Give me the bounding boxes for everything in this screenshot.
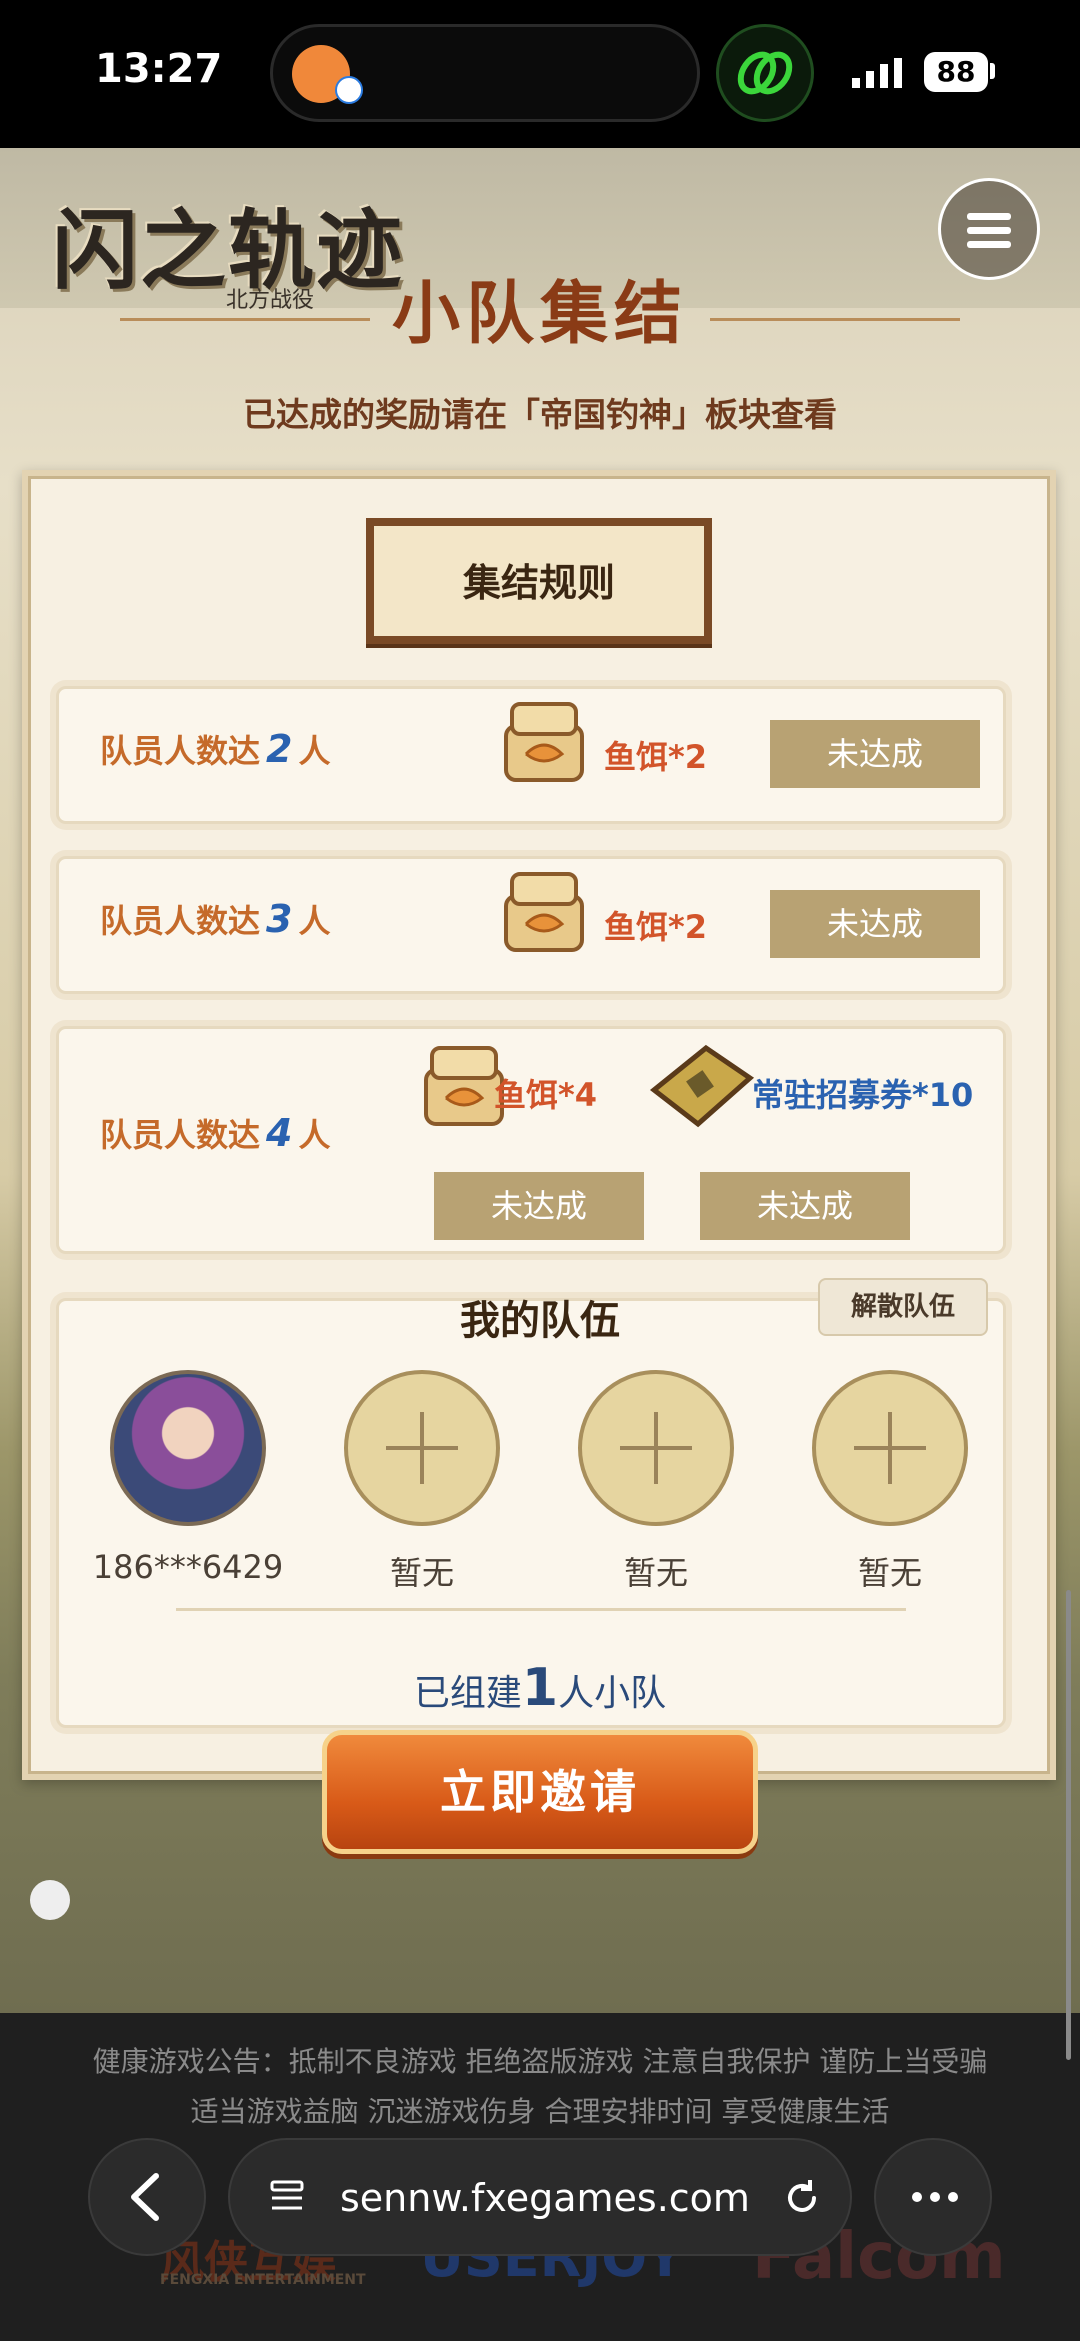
brand-fengxia-text: FENGXIA ENTERTAINMENT [160,2272,366,2288]
health-notice-line2: 适当游戏益脑 沉迷游戏伤身 合理安排时间 享受健康生活 [190,2095,890,2128]
event-page: 闪之轨迹 北方战役 小队集结 已达成的奖励请在「帝国钓神」板块查看 集结规则 队… [0,148,1080,2013]
reward-notice: 已达成的奖励请在「帝国钓神」板块查看 [243,395,837,434]
tier-label: 队员人数达 2 人 [100,727,331,771]
signal-icon [852,58,902,88]
empty-slot-button[interactable] [344,1370,500,1526]
member-avatar [110,1370,266,1526]
member-name: 暂无 [623,1554,688,1592]
status-button[interactable]: 未达成 [770,720,980,788]
member-name: 暂无 [389,1554,454,1592]
status-time: 13:27 [95,46,223,92]
link-icon [716,24,814,122]
team-divider [176,1608,906,1611]
invite-button[interactable]: 立即邀请 [322,1730,758,1854]
more-button[interactable] [874,2138,992,2256]
reward-name: 常驻招募券*10 [752,1076,974,1114]
team-size-text: 已组建1人小队 [413,1658,667,1718]
reward-name: 鱼饵*2 [604,738,708,776]
disband-team-button[interactable]: 解散队伍 [818,1278,988,1336]
badge-icon [335,76,363,104]
health-notice-line1: 健康游戏公告：抵制不良游戏 拒绝盗版游戏 注意自我保护 谨防上当受骗 [92,2045,988,2078]
tier-label: 队员人数达 4 人 [100,1111,331,1155]
flower-decoration [30,1880,70,1920]
tier-label: 队员人数达 3 人 [100,897,331,941]
reward-name: 鱼饵*2 [604,908,708,946]
empty-slot-button[interactable] [578,1370,734,1526]
menu-icon [967,213,1011,220]
menu-icon-bar [967,241,1011,248]
battery-tip [990,63,995,79]
bait-chest-icon [504,872,584,952]
bait-chest-icon [504,702,584,782]
status-button[interactable]: 未达成 [434,1172,644,1240]
empty-slot-button[interactable] [812,1370,968,1526]
plus-icon-bar [654,1412,658,1484]
tabs-icon [270,2180,304,2210]
menu-icon-bar [967,227,1011,234]
more-icon-dot [948,2192,958,2202]
reload-icon[interactable] [780,2176,824,2220]
plus-icon-bar [420,1412,424,1484]
reward-name: 鱼饵*4 [494,1076,598,1114]
chevron-left-icon [131,2173,159,2221]
page-title: 小队集结 [391,274,688,354]
plus-icon-bar [888,1412,892,1484]
status-button[interactable]: 未达成 [770,890,980,958]
more-icon-dot [930,2192,940,2202]
back-button[interactable] [88,2138,206,2256]
rules-title: 集结规则 [462,561,615,605]
recruit-ticket-icon [649,1044,755,1128]
member-name: 186***6429 [92,1548,284,1586]
url-text: sennw.fxegames.com [340,2176,750,2220]
scrollbar[interactable] [1066,1590,1071,2060]
battery-icon: 88 [924,52,988,92]
member-name: 暂无 [857,1554,922,1592]
more-icon [912,2192,922,2202]
status-button[interactable]: 未达成 [700,1172,910,1240]
